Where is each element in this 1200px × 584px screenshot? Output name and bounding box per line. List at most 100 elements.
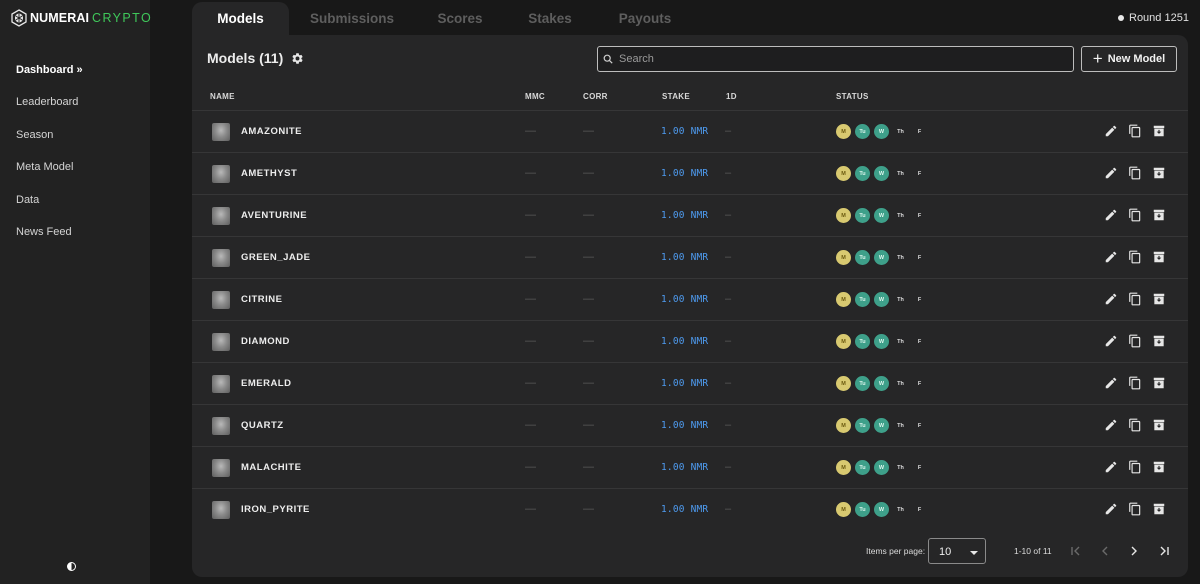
column-header-name[interactable]: NAME: [210, 92, 235, 101]
last-page-button[interactable]: [1158, 544, 1170, 556]
models-header: Models (11): [207, 50, 304, 66]
archive-icon[interactable]: [1152, 250, 1166, 264]
archive-icon[interactable]: [1152, 166, 1166, 180]
tab-models[interactable]: Models: [192, 2, 289, 36]
edit-pencil-icon[interactable]: [1104, 376, 1118, 390]
model-name[interactable]: IRON_PYRITE: [241, 504, 310, 515]
archive-icon[interactable]: [1152, 208, 1166, 222]
submission-status: M Tu W Th F: [836, 502, 931, 517]
stake-value: 1.00 NMR: [661, 252, 709, 263]
previous-page-button[interactable]: [1099, 544, 1111, 556]
sidebar-nav: Dashboard » Leaderboard Season Meta Model Da…: [16, 62, 83, 256]
avatar: [212, 165, 230, 183]
status-badge-th: Th: [897, 212, 904, 219]
edit-pencil-icon[interactable]: [1104, 208, 1118, 222]
status-badge-w: W: [874, 376, 889, 391]
copy-icon[interactable]: [1128, 166, 1142, 180]
brand-name: NUMERAI: [30, 11, 90, 25]
sidebar-item-data[interactable]: Data: [16, 192, 83, 224]
edit-pencil-icon[interactable]: [1104, 460, 1118, 474]
edit-pencil-icon[interactable]: [1104, 292, 1118, 306]
sidebar-item-meta-model[interactable]: Meta Model: [16, 159, 83, 191]
model-name[interactable]: QUARTZ: [241, 420, 284, 431]
edit-pencil-icon[interactable]: [1104, 502, 1118, 516]
archive-icon[interactable]: [1152, 334, 1166, 348]
column-header-stake[interactable]: STAKE: [662, 92, 690, 101]
sidebar-item-dashboard[interactable]: Dashboard »: [16, 62, 83, 94]
table-row[interactable]: DIAMOND — — 1.00 NMR – M Tu W Th F: [192, 320, 1188, 362]
copy-icon[interactable]: [1128, 292, 1142, 306]
copy-icon[interactable]: [1128, 250, 1142, 264]
edit-pencil-icon[interactable]: [1104, 166, 1118, 180]
corr-value: —: [583, 209, 594, 221]
archive-icon[interactable]: [1152, 124, 1166, 138]
table-row[interactable]: IRON_PYRITE — — 1.00 NMR – M Tu W Th F: [192, 488, 1188, 530]
model-name[interactable]: DIAMOND: [241, 336, 290, 347]
contrast-icon[interactable]: [67, 562, 76, 571]
copy-icon[interactable]: [1128, 502, 1142, 516]
archive-icon[interactable]: [1152, 376, 1166, 390]
avatar: [212, 291, 230, 309]
avatar: [212, 417, 230, 435]
model-name[interactable]: CITRINE: [241, 294, 283, 305]
table-row[interactable]: AVENTURINE — — 1.00 NMR – M Tu W Th F: [192, 194, 1188, 236]
stake-value: 1.00 NMR: [661, 504, 709, 515]
copy-icon[interactable]: [1128, 376, 1142, 390]
column-header-corr[interactable]: CORR: [583, 92, 608, 101]
model-name[interactable]: EMERALD: [241, 378, 291, 389]
next-page-button[interactable]: [1128, 544, 1140, 556]
table-row[interactable]: MALACHITE — — 1.00 NMR – M Tu W Th F: [192, 446, 1188, 488]
search-input[interactable]: [619, 53, 1059, 65]
sidebar-item-leaderboard[interactable]: Leaderboard: [16, 94, 83, 126]
model-name[interactable]: AMAZONITE: [241, 126, 302, 137]
gear-icon[interactable]: [291, 52, 304, 65]
copy-icon[interactable]: [1128, 418, 1142, 432]
model-name[interactable]: MALACHITE: [241, 462, 301, 473]
status-badge-m: M: [836, 502, 851, 517]
archive-icon[interactable]: [1152, 502, 1166, 516]
status-badge-f: F: [917, 296, 922, 303]
table-row[interactable]: EMERALD — — 1.00 NMR – M Tu W Th F: [192, 362, 1188, 404]
archive-icon[interactable]: [1152, 292, 1166, 306]
copy-icon[interactable]: [1128, 334, 1142, 348]
model-name[interactable]: AVENTURINE: [241, 210, 307, 221]
edit-pencil-icon[interactable]: [1104, 250, 1118, 264]
table-row[interactable]: AMETHYST — — 1.00 NMR – M Tu W Th F: [192, 152, 1188, 194]
numerai-logo[interactable]: NUMERAI CRYPTO: [11, 9, 152, 27]
table-row[interactable]: AMAZONITE — — 1.00 NMR – M Tu W Th F: [192, 110, 1188, 152]
tab-scores[interactable]: Scores: [415, 2, 505, 36]
archive-icon[interactable]: [1152, 460, 1166, 474]
sidebar-item-news-feed[interactable]: News Feed: [16, 224, 83, 256]
new-model-button[interactable]: + New Model: [1081, 46, 1177, 72]
sidebar-item-season[interactable]: Season: [16, 127, 83, 159]
status-badge-tu: Tu: [855, 292, 870, 307]
mmc-value: —: [525, 419, 536, 431]
round-indicator: Round 1251: [1118, 12, 1189, 24]
submission-status: M Tu W Th F: [836, 250, 931, 265]
copy-icon[interactable]: [1128, 124, 1142, 138]
status-badge-w: W: [874, 208, 889, 223]
copy-icon[interactable]: [1128, 208, 1142, 222]
edit-pencil-icon[interactable]: [1104, 124, 1118, 138]
model-name[interactable]: GREEN_JADE: [241, 252, 310, 263]
tab-stakes[interactable]: Stakes: [505, 2, 595, 36]
items-per-page-select[interactable]: 10: [928, 538, 986, 564]
edit-pencil-icon[interactable]: [1104, 334, 1118, 348]
copy-icon[interactable]: [1128, 460, 1142, 474]
status-badge-w: W: [874, 460, 889, 475]
brand-suffix: CRYPTO: [92, 11, 153, 25]
edit-pencil-icon[interactable]: [1104, 418, 1118, 432]
first-page-icon: [1071, 546, 1080, 556]
table-row[interactable]: QUARTZ — — 1.00 NMR – M Tu W Th F: [192, 404, 1188, 446]
table-row[interactable]: CITRINE — — 1.00 NMR – M Tu W Th F: [192, 278, 1188, 320]
archive-icon[interactable]: [1152, 418, 1166, 432]
table-row[interactable]: GREEN_JADE — — 1.00 NMR – M Tu W Th F: [192, 236, 1188, 278]
1d-value: –: [725, 419, 732, 431]
model-name[interactable]: AMETHYST: [241, 168, 297, 179]
column-header-1d[interactable]: 1D: [726, 92, 737, 101]
status-badge-m: M: [836, 208, 851, 223]
first-page-button[interactable]: [1070, 544, 1082, 556]
tab-submissions[interactable]: Submissions: [289, 2, 415, 36]
column-header-mmc[interactable]: MMC: [525, 92, 545, 101]
tab-payouts[interactable]: Payouts: [595, 2, 695, 36]
